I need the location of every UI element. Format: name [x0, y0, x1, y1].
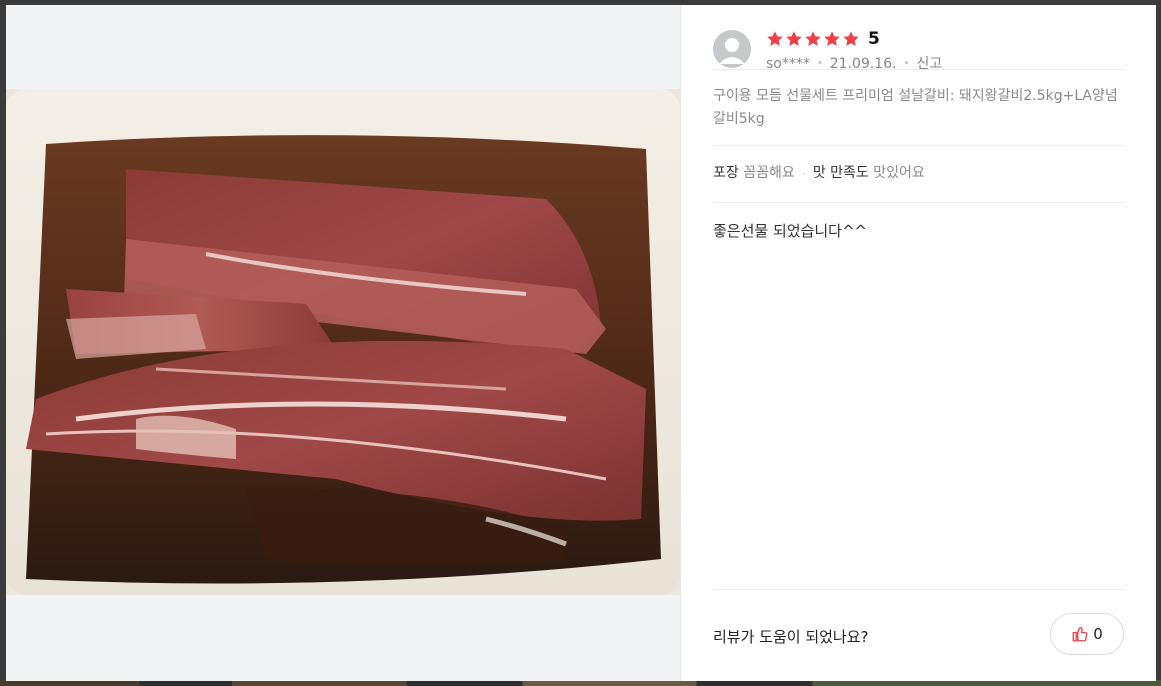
star-icon — [805, 31, 821, 46]
review-text: 좋은선물 되었습니다^^ — [713, 222, 868, 240]
review-photo-modal: 5 so**** • 21.09.16. • 신고 구이용 모듬 선물세트 프리… — [6, 5, 1156, 681]
thumbs-up-icon — [1072, 627, 1088, 642]
report-link[interactable]: 신고 — [916, 55, 942, 73]
review-detail-panel: 5 so**** • 21.09.16. • 신고 구이용 모듬 선물세트 프리… — [680, 5, 1156, 681]
eval-key-packaging: 포장 — [713, 165, 739, 181]
eval-value-packaging: 꼼꼼해요 — [743, 165, 795, 181]
eval-value-taste: 맛있어요 — [873, 165, 925, 181]
product-option: 구이용 모듬 선물세트 프리미엄 설날갈비: 돼지왕갈비2.5kg+LA양념갈비… — [713, 88, 1118, 127]
user-avatar-icon — [713, 30, 751, 68]
review-meta: 5 so**** • 21.09.16. • 신고 — [766, 29, 942, 73]
review-info: so**** • 21.09.16. • 신고 — [766, 55, 942, 73]
evaluation-summary: 포장 꼼꼼해요 · 맛 만족도 맛있어요 — [713, 146, 1124, 202]
like-button[interactable]: 0 — [1050, 613, 1124, 655]
separator-dot: • — [903, 58, 910, 69]
review-photo[interactable] — [6, 89, 680, 595]
separator-dot: · — [802, 169, 806, 180]
star-icon — [786, 31, 802, 46]
eval-key-taste: 맛 만족도 — [812, 165, 869, 181]
rating-row: 5 — [766, 29, 942, 49]
helpful-question: 리뷰가 도움이 되었나요? — [713, 627, 869, 646]
helpful-section: 리뷰가 도움이 되었나요? 0 — [713, 589, 1124, 682]
star-icon — [767, 31, 783, 46]
review-date: 21.09.16. — [829, 56, 897, 72]
rating-value: 5 — [868, 29, 880, 49]
star-rating — [766, 30, 860, 48]
photo-viewer — [6, 5, 680, 681]
review-header: 5 so**** • 21.09.16. • 신고 — [713, 5, 1124, 72]
star-icon — [824, 31, 840, 46]
like-count: 0 — [1093, 625, 1103, 643]
star-icon — [843, 31, 859, 46]
reviewer-id: so**** — [766, 56, 810, 72]
avatar — [713, 30, 751, 68]
separator-dot: • — [816, 58, 823, 69]
